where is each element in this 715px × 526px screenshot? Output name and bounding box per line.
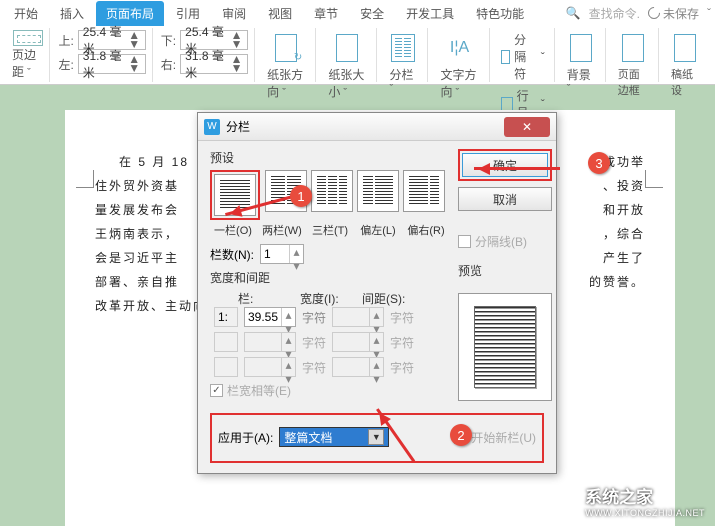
annotation-badge-3: 3 [588,152,610,174]
spinner-icon[interactable]: ▲▼ [128,31,141,49]
orientation-button[interactable]: 纸张方向 ˇ [263,30,309,102]
page-icon [336,34,358,62]
app-icon: W [204,119,220,135]
columns-button[interactable]: 分栏 ˇ [385,30,421,97]
spinner-icon[interactable]: ▴▾ [281,308,295,326]
background-button[interactable]: 背景 ˇ [563,30,599,97]
tab-layout[interactable]: 页面布局 [96,1,164,26]
col-num-display [214,357,238,377]
ribbon: 开始 插入 页面布局 引用 审阅 视图 章节 安全 开发工具 特色功能 🔍 查找… [0,0,715,85]
search-input[interactable]: 查找命令. [589,5,640,22]
bg-icon [570,34,592,62]
watermark-logo-icon [539,482,579,518]
cancel-button[interactable]: 取消 [458,187,552,211]
width-input: ▴▾ [244,357,296,377]
margins-icon[interactable] [13,30,43,46]
width-input: ▴▾ [244,332,296,352]
unit-label: 字符 [302,309,326,326]
unit-label: 字符 [390,309,414,326]
preset-label: 一栏(O) [210,222,256,238]
spinner-icon[interactable]: ▲▼ [231,55,244,73]
tab-chapter[interactable]: 章节 [304,1,348,26]
preview-page-icon [474,306,536,388]
margin-corner [76,170,94,188]
tab-insert[interactable]: 插入 [50,1,94,26]
page-border-button[interactable]: 页面边框 [614,30,652,100]
toolbar: 页边距 ˇ 上:25.4 毫米▲▼ 左:31.8 毫米▲▼ 下:25.4 毫米▲… [0,26,715,84]
text-direction-button[interactable]: I¦A文字方向 ˇ [436,30,482,102]
apply-to-label: 应用于(A): [218,429,273,446]
num-columns-input[interactable]: 1▴▾ [260,244,304,264]
num-columns-label: 栏数(N): [210,246,254,263]
breaks-button[interactable]: 分隔符 ˇ [498,30,548,83]
width-input[interactable]: 39.55▴▾ [244,307,296,327]
spinner-icon[interactable]: ▲▼ [231,31,244,49]
preview-box [458,293,552,401]
page-size-button[interactable]: 纸张大小 ˇ [324,30,370,102]
spinner-icon[interactable]: ▲▼ [128,55,141,73]
dialog-titlebar[interactable]: W 分栏 ✕ [198,113,556,141]
close-button[interactable]: ✕ [504,117,550,137]
text-dir-icon: I¦A [447,34,473,62]
preset-label: 两栏(W) [260,222,304,238]
annotation-arrow [474,167,560,170]
tab-dev[interactable]: 开发工具 [396,1,464,26]
preview-label: 预览 [458,262,552,279]
spacing-header: 间距(S): [362,290,418,307]
col-num-display [214,332,238,352]
col-num-display: 1: [214,307,238,327]
preset-left[interactable] [357,170,399,212]
tab-feature[interactable]: 特色功能 [466,1,534,26]
tab-view[interactable]: 视图 [258,1,302,26]
apply-to-combo[interactable]: 整篇文档▼ [279,427,389,447]
margin-bottom-label: 下: [161,32,176,49]
preset-three-columns[interactable] [311,170,353,212]
break-icon [501,50,511,64]
annotation-badge-2: 2 [450,424,472,446]
cloud-icon [645,5,662,22]
dropdown-icon[interactable]: ˇ [707,6,711,20]
border-icon [622,34,644,62]
margin-top-label: 上: [58,32,73,49]
tab-ref[interactable]: 引用 [166,1,210,26]
lineno-icon [501,97,513,111]
margin-left-input[interactable]: 31.8 毫米▲▼ [78,54,146,74]
manuscript-button[interactable]: 稿纸设 [667,30,703,100]
watermark: 系统之家WWW.XITONGZHIJIA.NET [539,482,705,518]
tab-security[interactable]: 安全 [350,1,394,26]
margin-right-label: 右: [161,56,176,73]
columns-icon [391,34,415,62]
equal-width-checkbox: ✓栏宽相等(E) [210,382,448,399]
spinner-icon[interactable]: ▴▾ [289,245,303,263]
annotation-badge-1: 1 [290,185,312,207]
dialog-title: 分栏 [226,118,250,135]
width-header: 宽度(I): [300,290,356,307]
spacing-input: ▴▾ [332,357,384,377]
preset-right[interactable] [403,170,445,212]
margin-corner [645,170,663,188]
page-icon [275,34,297,62]
col-header: 栏: [238,290,294,307]
margins-button[interactable]: 页边距 ˇ [12,46,43,80]
margin-right-input[interactable]: 31.8 毫米▲▼ [180,54,248,74]
spacing-input: ▴▾ [332,307,384,327]
search-icon[interactable]: 🔍 [566,6,581,20]
preset-label: 偏右(R) [404,222,448,238]
unsaved-indicator[interactable]: 未保存 [648,5,699,22]
paper-icon [674,34,696,62]
margin-left-label: 左: [58,56,73,73]
width-spacing-label: 宽度和间距 [210,269,448,286]
divider-checkbox: 分隔线(B) [458,233,552,250]
tab-start[interactable]: 开始 [4,1,48,26]
tab-review[interactable]: 审阅 [212,1,256,26]
presets-label: 预设 [210,149,448,166]
preset-label: 三栏(T) [308,222,352,238]
preset-label: 偏左(L) [356,222,400,238]
spacing-input: ▴▾ [332,332,384,352]
chevron-down-icon[interactable]: ▼ [368,429,384,445]
